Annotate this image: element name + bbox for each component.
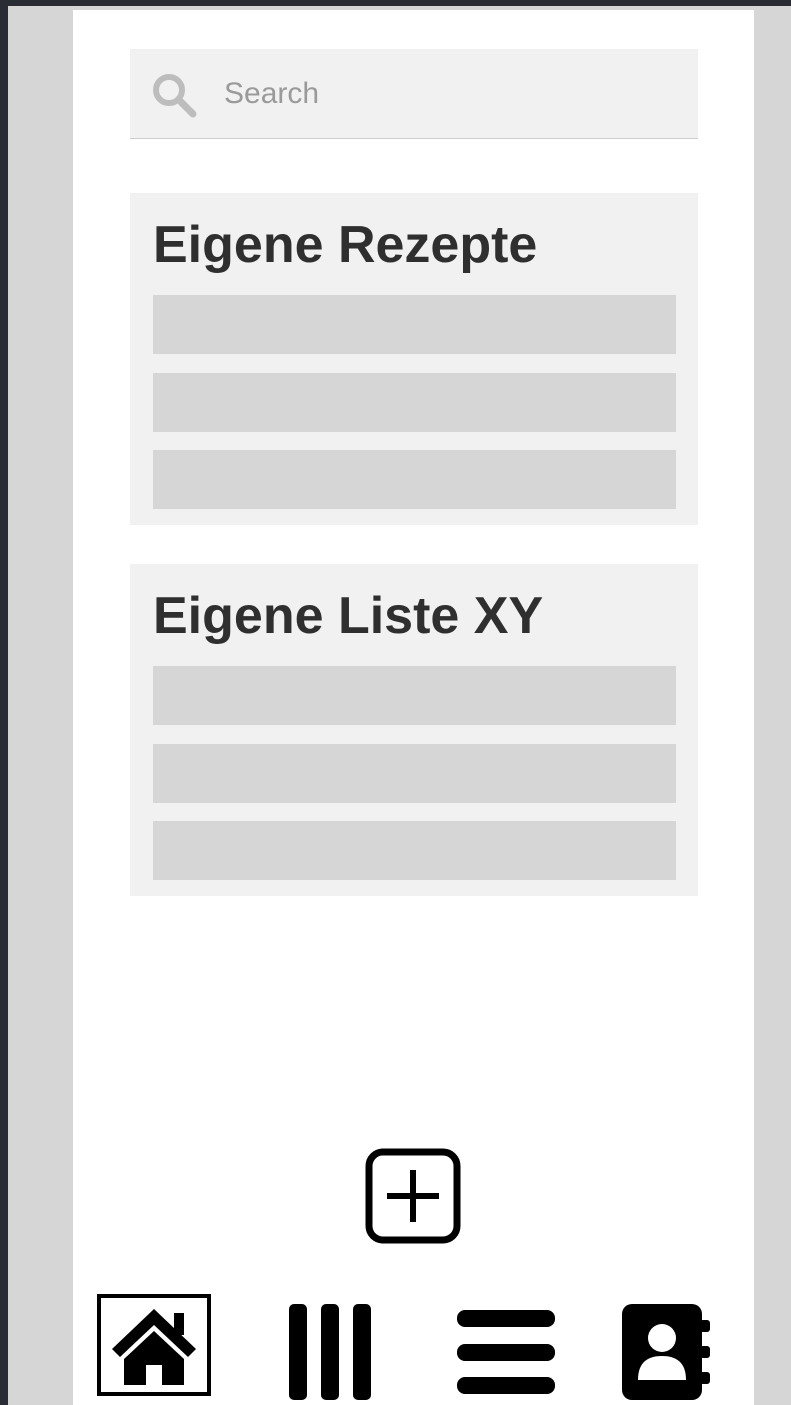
- app-viewport: Eigene Rezepte Eigene Liste XY: [8, 6, 791, 1405]
- list-item[interactable]: [153, 821, 676, 880]
- search-icon: [153, 74, 197, 118]
- phone-screen: Eigene Rezepte Eigene Liste XY: [73, 10, 754, 1405]
- menu-icon: [457, 1310, 555, 1394]
- nav-item-home[interactable]: [97, 1294, 211, 1396]
- home-icon: [112, 1309, 196, 1385]
- nav-item-menu[interactable]: [457, 1310, 557, 1396]
- search-bar[interactable]: [130, 49, 698, 139]
- list-card-title: Eigene Liste XY: [153, 587, 544, 645]
- nav-item-contacts[interactable]: [622, 1304, 714, 1400]
- nav-item-library[interactable]: [289, 1304, 371, 1400]
- list-card-title: Eigene Rezepte: [153, 216, 538, 274]
- plus-square-icon[interactable]: [365, 1148, 461, 1244]
- contacts-icon: [622, 1304, 710, 1400]
- search-input[interactable]: [224, 71, 674, 117]
- library-icon: [289, 1304, 371, 1400]
- list-item[interactable]: [153, 295, 676, 354]
- list-card-eigene-liste-xy[interactable]: Eigene Liste XY: [130, 564, 698, 896]
- list-item[interactable]: [153, 373, 676, 432]
- list-item[interactable]: [153, 744, 676, 803]
- list-item[interactable]: [153, 450, 676, 509]
- bottom-nav: [73, 1290, 754, 1405]
- list-item[interactable]: [153, 666, 676, 725]
- list-card-eigene-rezepte[interactable]: Eigene Rezepte: [130, 193, 698, 525]
